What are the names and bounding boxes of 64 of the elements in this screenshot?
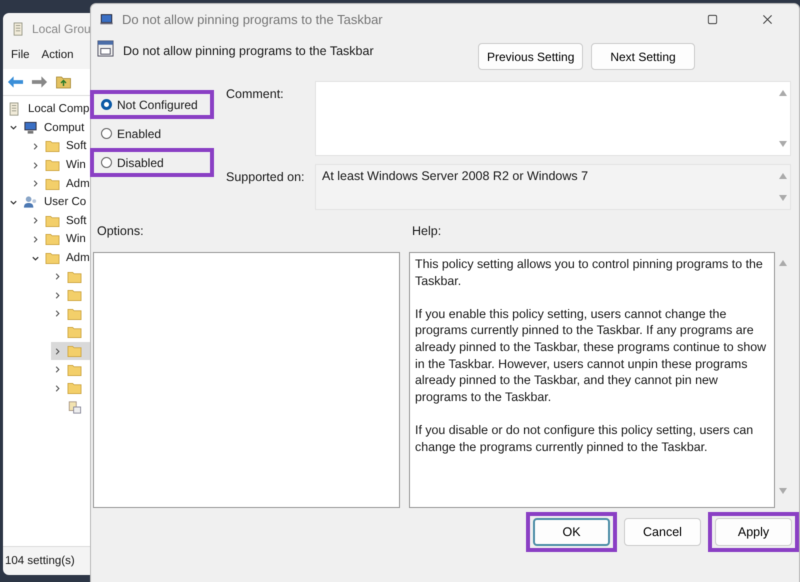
folder-icon — [45, 176, 60, 191]
dialog-button[interactable]: Apply — [715, 518, 792, 546]
menu-item[interactable]: Action — [42, 49, 74, 65]
status-text: 104 setting(s) — [5, 555, 75, 567]
folder-icon — [45, 214, 60, 228]
folder-icon — [67, 381, 82, 396]
folder-icon — [45, 251, 60, 266]
supported-label: Supported on: — [225, 169, 306, 186]
tree-item[interactable]: Local Comp — [7, 100, 90, 119]
folder-icon — [67, 325, 82, 340]
tree-label: User Co — [44, 196, 86, 208]
users-icon — [23, 195, 38, 210]
comment-label: Comment: — [225, 86, 285, 103]
tree-label: Local Comp — [28, 103, 90, 116]
collapse-chevron-icon[interactable] — [8, 123, 18, 132]
window-title: Local Grou — [32, 22, 90, 36]
tree-label: Win — [66, 159, 86, 172]
window-title: Do not allow pinning programs to the Taskbar — [122, 12, 383, 26]
tree-item[interactable]: Soft — [29, 212, 90, 230]
nav-button[interactable]: Next Setting — [591, 43, 695, 70]
folder-icon — [45, 158, 60, 172]
tree-item[interactable]: Win — [29, 156, 90, 174]
dialog-button[interactable]: OK — [533, 518, 610, 546]
options-label: Options: — [97, 224, 145, 240]
tree-item[interactable]: Adm — [29, 248, 90, 268]
help-paragraph: This policy setting allows you to control pinning programs to the Taskbar. — [415, 256, 764, 290]
policy-icon — [99, 12, 114, 26]
tree-label: Adm — [66, 252, 90, 264]
folder-icon — [67, 344, 82, 358]
policy-heading: Do not allow pinning programs to the Taskbar — [123, 44, 374, 58]
radio-option[interactable]: Enabled — [101, 126, 162, 140]
nav-button[interactable]: Previous Setting — [478, 43, 583, 70]
back-arrow-icon[interactable] — [7, 75, 24, 89]
help-label: Help: — [412, 224, 442, 240]
tree-label: Win — [66, 233, 86, 246]
radio-option[interactable]: Disabled — [101, 156, 164, 170]
computer-icon — [23, 120, 38, 135]
tree-label: Adm — [66, 178, 90, 190]
tree-label: Soft — [66, 140, 86, 152]
policy-setting-icon — [97, 40, 114, 57]
tree-item[interactable]: Comput — [7, 118, 90, 138]
help-paragraph: If you disable or do not configure this policy setting, users can change the programs currently pinned to the Taskbar. — [415, 422, 754, 456]
folder-icon — [67, 306, 82, 321]
dialog-button[interactable]: Cancel — [624, 518, 701, 546]
tree-item[interactable]: Soft — [29, 137, 90, 156]
folder-icon — [67, 270, 82, 284]
tree-label: Comput — [44, 122, 84, 134]
folder-icon — [67, 288, 82, 302]
close-icon[interactable] — [762, 14, 773, 24]
folder-icon — [45, 139, 60, 154]
help-paragraph: If you enable this policy setting, users cannot change the programs currently pinned to the Taskbar. If any programs are already pinned to the Taskbar, these programs continue to show in the Taskbar. However, users cannot unpin these programs already pinned to the Taskbar, and they cannot pin new programs to the Taskbar. — [415, 306, 768, 406]
tree-label: Soft — [66, 214, 86, 227]
menu-item[interactable]: File — [11, 49, 30, 65]
folder-icon — [45, 232, 60, 246]
supported-value: At least Windows Server 2008 R2 or Windows 7 — [322, 169, 588, 183]
folder-icon — [67, 362, 82, 377]
folder-up-icon[interactable] — [55, 75, 72, 89]
settings-document-icon — [67, 400, 82, 414]
forward-arrow-icon[interactable] — [31, 75, 48, 89]
maximize-icon[interactable] — [707, 14, 718, 24]
tree-item[interactable]: Win — [29, 230, 90, 249]
tree-item[interactable]: User Co — [7, 192, 90, 212]
tree-item[interactable]: Adm — [29, 174, 90, 193]
radio-option[interactable]: Not Configured — [101, 98, 198, 112]
